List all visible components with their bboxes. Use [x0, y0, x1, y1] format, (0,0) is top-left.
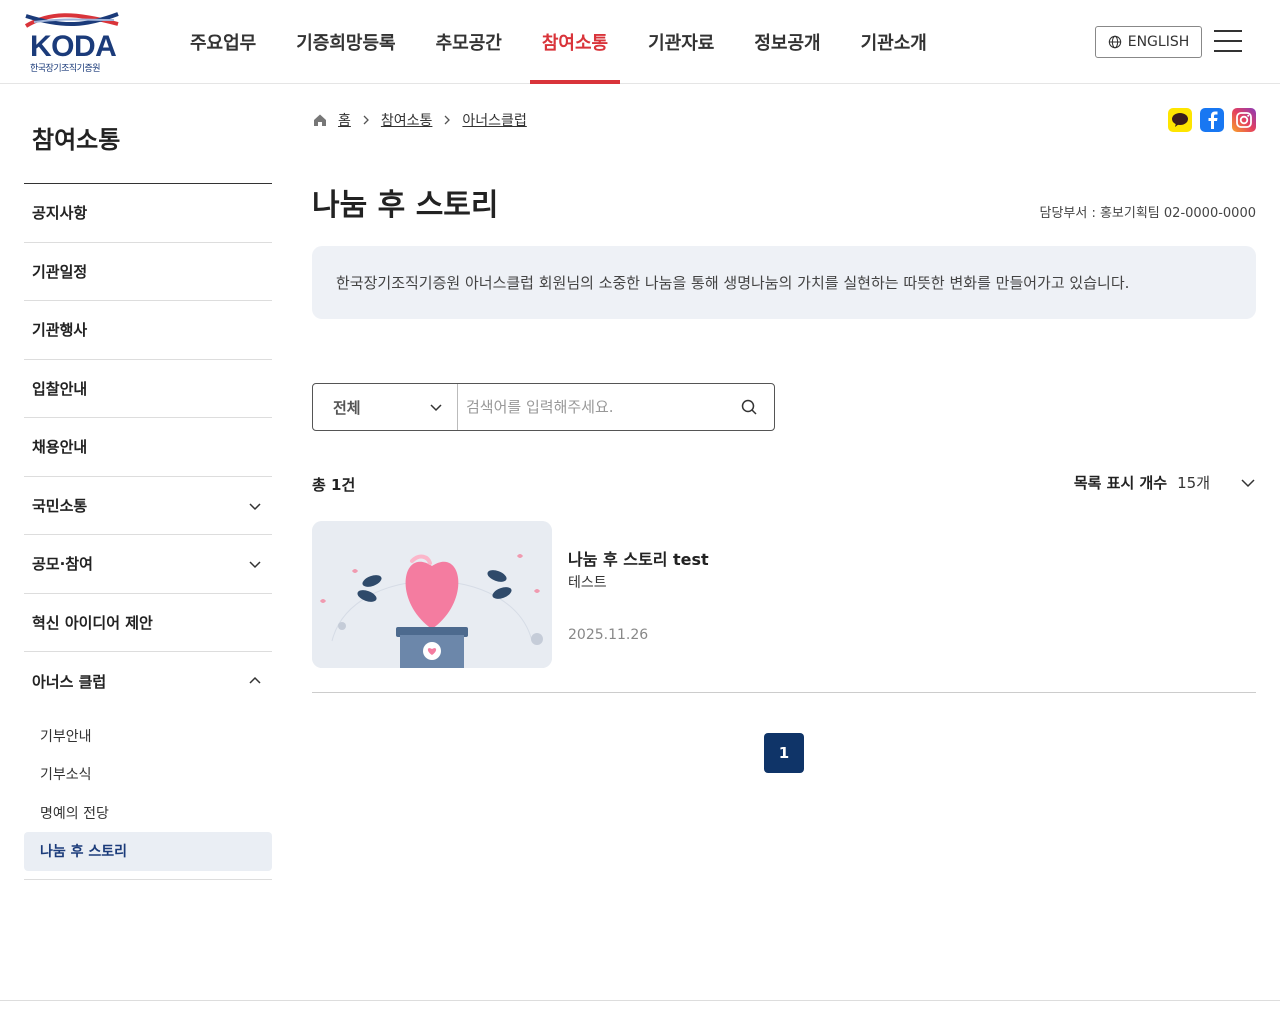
sidebar-subitem-donation-news[interactable]: 기부소식	[24, 755, 272, 794]
sidebar-subitem-donation-guide[interactable]: 기부안내	[24, 717, 272, 756]
total-count: 총 1건	[312, 476, 356, 494]
main-nav: 주요업무 기증희망등록 추모공간 참여소통 기관자료 정보공개 기관소개	[170, 0, 947, 84]
sidebar-item-communication[interactable]: 국민소통	[24, 477, 272, 535]
sidebar-item-honors-club[interactable]: 아너스 클럽	[24, 652, 272, 711]
sidebar-item-bidding[interactable]: 입찰안내	[24, 360, 272, 418]
menu-icon[interactable]	[1214, 30, 1242, 52]
nav-donation-register[interactable]: 기증희망등록	[276, 0, 415, 84]
search-input[interactable]	[458, 384, 724, 430]
nav-participation[interactable]: 참여소통	[522, 0, 628, 84]
nav-about[interactable]: 기관소개	[841, 0, 947, 84]
page-title: 나눔 후 스토리	[312, 188, 499, 223]
chevron-down-icon	[249, 561, 261, 569]
sidebar-subitem-hall-of-fame[interactable]: 명예의 전당	[24, 794, 272, 833]
chevron-down-icon	[249, 502, 261, 510]
search-bar: 전체	[312, 383, 775, 431]
sidebar-item-label: 공모·참여	[32, 555, 93, 574]
search-button[interactable]	[724, 384, 774, 430]
sidebar-subitem-sharing-story[interactable]: 나눔 후 스토리	[24, 832, 272, 871]
sidebar-title: 참여소통	[24, 84, 272, 184]
sidebar-item-label: 국민소통	[32, 496, 88, 515]
nav-disclosure[interactable]: 정보공개	[734, 0, 840, 84]
sidebar-item-events[interactable]: 기관행사	[24, 301, 272, 360]
sidebar-item-notice[interactable]: 공지사항	[24, 184, 272, 243]
chevron-right-icon	[363, 115, 369, 125]
logo-text: KODA	[30, 30, 117, 63]
instagram-icon[interactable]	[1232, 108, 1256, 132]
sidebar-item-schedule[interactable]: 기관일정	[24, 243, 272, 301]
sidebar-item-innovation[interactable]: 혁신 아이디어 제안	[24, 594, 272, 652]
sidebar: 참여소통 공지사항 기관일정 기관행사 입찰안내 채용안내 국민소통 공모·참여…	[24, 84, 272, 880]
per-page-value: 15개	[1177, 474, 1210, 492]
english-button[interactable]: ENGLISH	[1095, 26, 1202, 58]
per-page-label: 목록 표시 개수	[1073, 474, 1168, 492]
intro-box: 한국장기조직기증원 아너스클럽 회원님의 소중한 나눔을 통해 생명나눔의 가치…	[312, 246, 1256, 319]
breadcrumb: 홈 참여소통 아너스클럽	[312, 110, 527, 130]
search-category-select[interactable]: 전체	[313, 384, 458, 430]
facebook-icon[interactable]	[1200, 108, 1224, 132]
kakaotalk-icon[interactable]	[1168, 108, 1192, 132]
footer-edge	[0, 1000, 1280, 1024]
english-label: ENGLISH	[1127, 34, 1190, 50]
item-date: 2025.11.26	[568, 627, 649, 643]
chevron-down-icon	[430, 404, 442, 412]
department-info: 담당부서 : 홍보기획팀 02-0000-0000	[1039, 206, 1256, 221]
breadcrumb-home[interactable]: 홈	[338, 110, 351, 130]
search-category-value: 전체	[333, 398, 361, 417]
nav-main-business[interactable]: 주요업무	[170, 0, 276, 84]
page-button-current[interactable]: 1	[764, 733, 804, 773]
item-title[interactable]: 나눔 후 스토리 test	[568, 546, 709, 570]
home-icon	[314, 114, 326, 126]
chevron-up-icon	[249, 676, 261, 684]
chevron-right-icon	[444, 115, 451, 125]
site-header: KODA 한국장기조직기증원 주요업무 기증희망등록 추모공간 참여소통 기관자…	[0, 0, 1280, 84]
nav-memorial[interactable]: 추모공간	[416, 0, 522, 84]
sidebar-item-contest[interactable]: 공모·참여	[24, 535, 272, 594]
list-item[interactable]: 나눔 후 스토리 test 테스트 2025.11.26	[312, 521, 1256, 693]
per-page-control[interactable]: 목록 표시 개수 15개	[1074, 472, 1256, 493]
logo-subtitle: 한국장기조직기증원	[30, 64, 101, 74]
breadcrumb-level1[interactable]: 참여소통	[381, 110, 433, 130]
share-buttons	[1168, 108, 1256, 132]
sidebar-item-recruit[interactable]: 채용안내	[24, 418, 272, 477]
globe-icon	[1108, 35, 1121, 49]
breadcrumb-level2[interactable]: 아너스클럽	[462, 110, 526, 130]
sidebar-submenu: 기부안내 기부소식 명예의 전당 나눔 후 스토리	[24, 711, 272, 880]
sidebar-item-label: 아너스 클럽	[32, 672, 107, 691]
item-summary: 테스트	[568, 575, 607, 591]
chevron-down-icon	[1241, 478, 1255, 487]
koda-logo[interactable]: KODA 한국장기조직기증원	[24, 10, 124, 74]
nav-resources[interactable]: 기관자료	[628, 0, 734, 84]
thumbnail-image	[312, 521, 552, 668]
search-icon	[741, 399, 757, 415]
